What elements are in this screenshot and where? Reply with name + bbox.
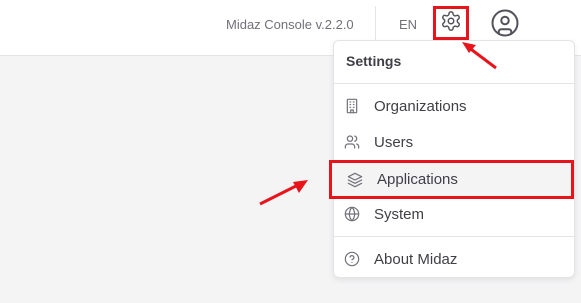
arrow-to-applications (259, 180, 308, 206)
arrow-to-settings (462, 42, 497, 70)
annotation-arrows (259, 42, 497, 206)
